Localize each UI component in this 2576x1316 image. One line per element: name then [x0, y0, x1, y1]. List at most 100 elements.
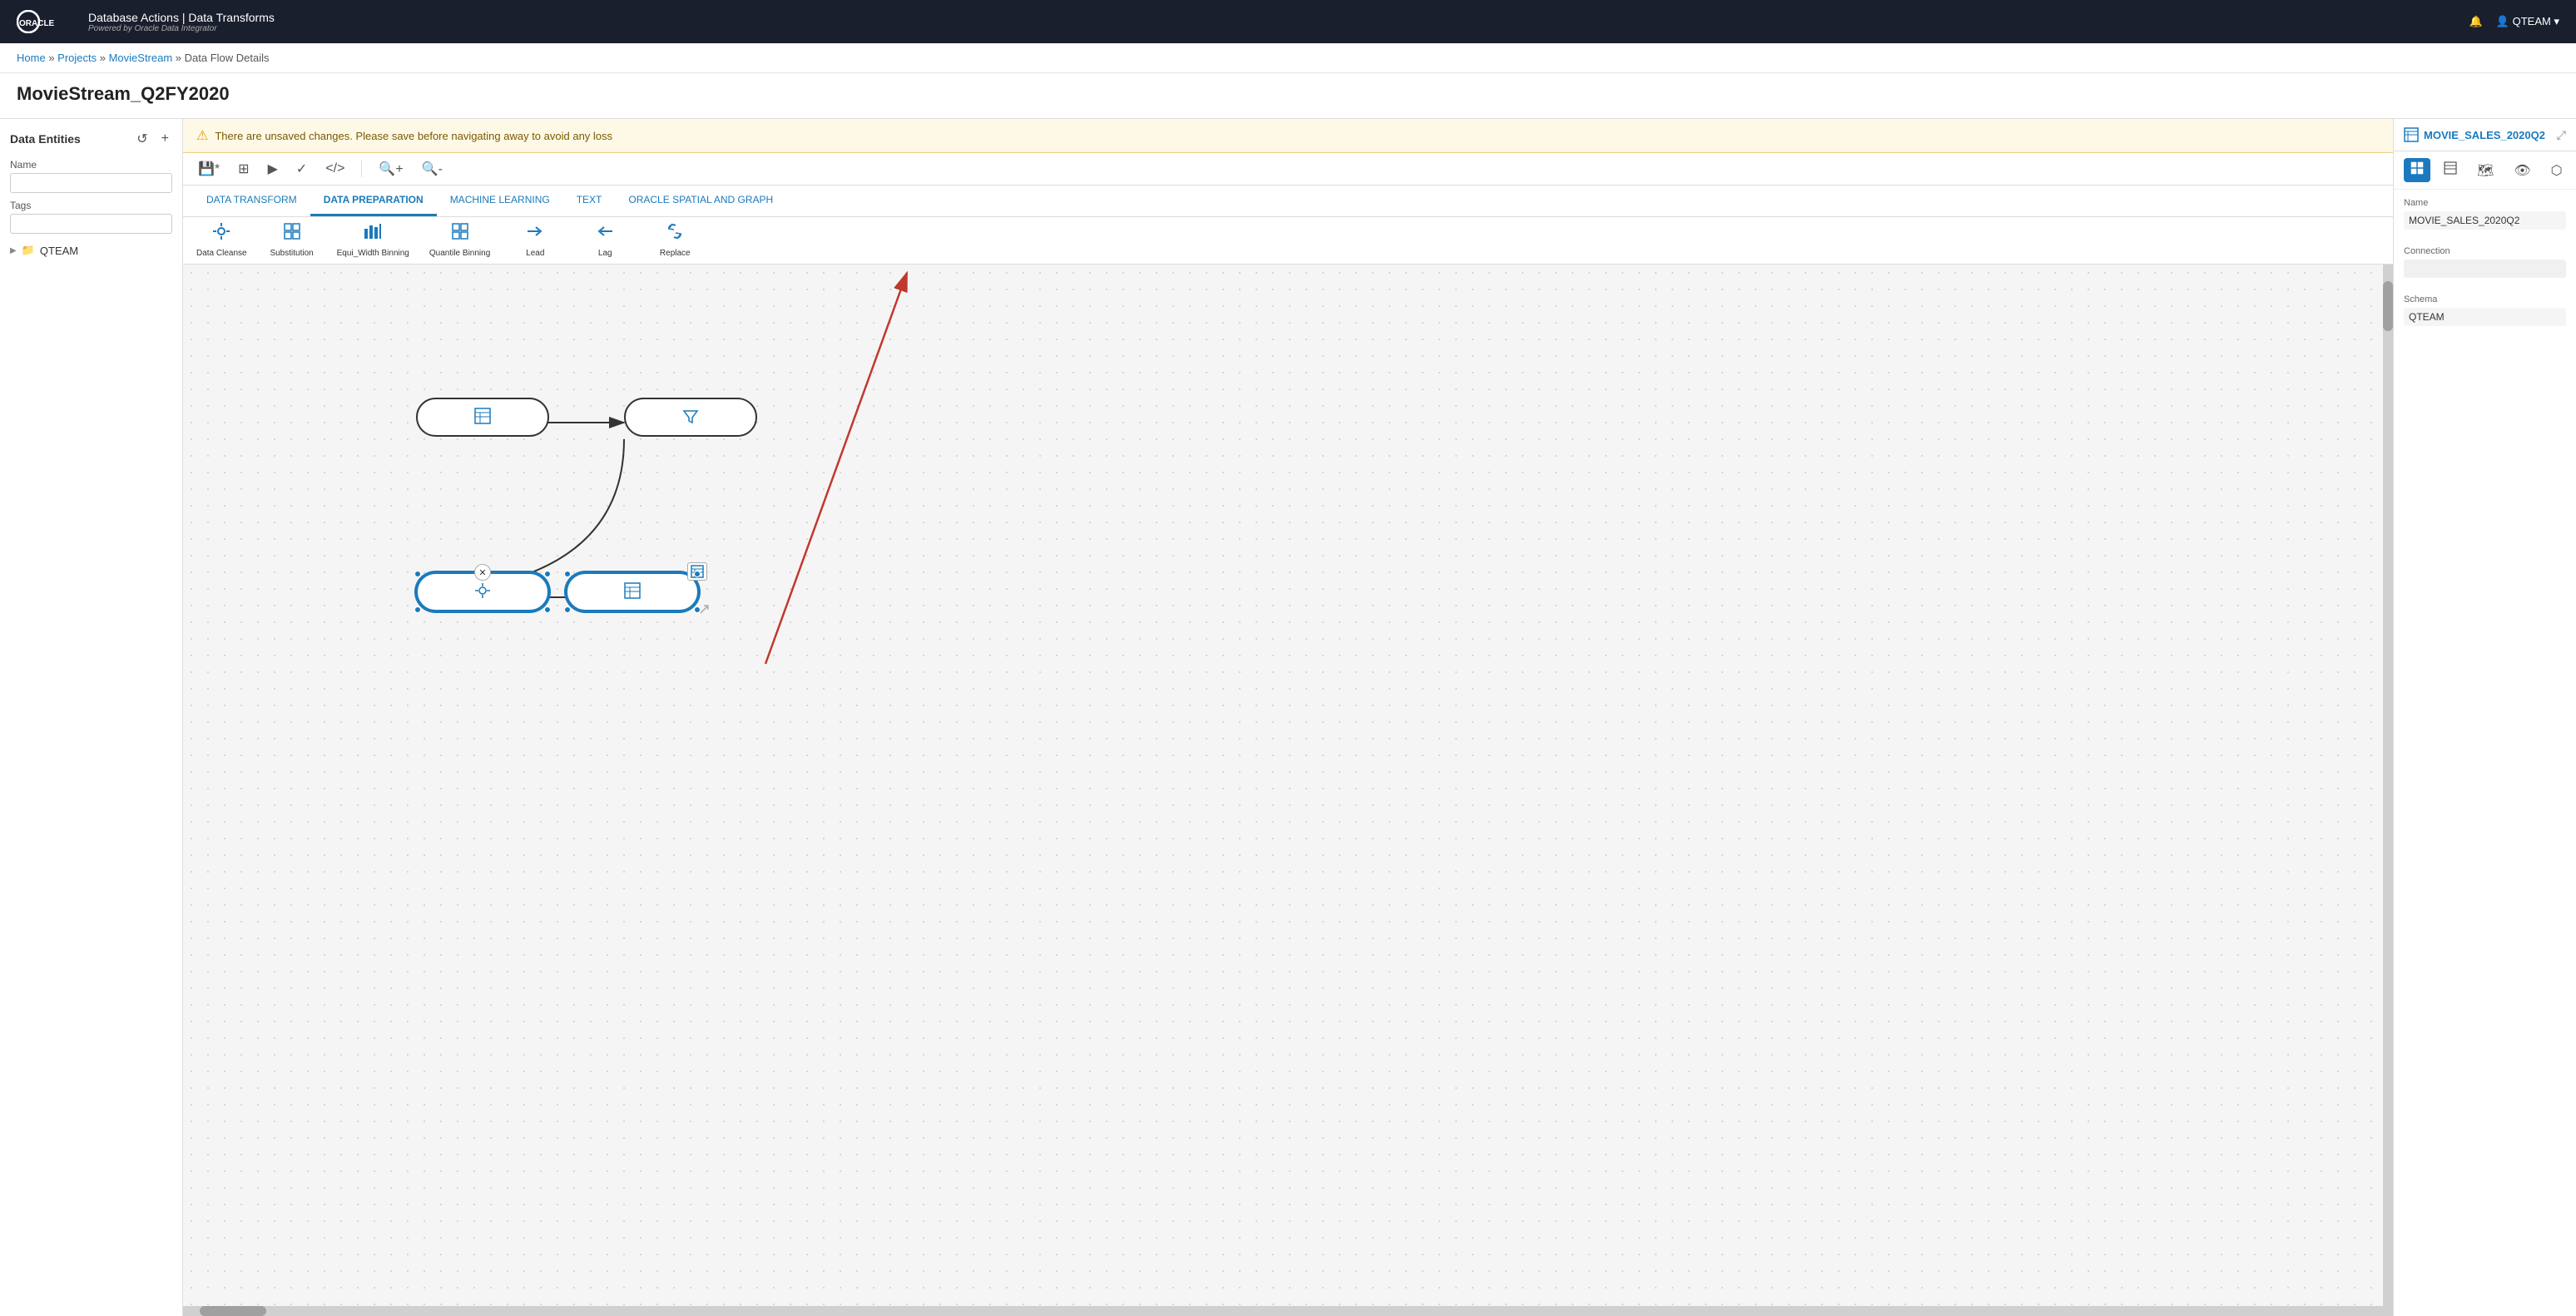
- tab-oracle-spatial[interactable]: ORACLE SPATIAL AND GRAPH: [615, 186, 786, 216]
- toolbar: 💾* ⊞ ▶ ✓ </> 🔍+ 🔍-: [183, 153, 2393, 186]
- canvas-scrollbar-bottom[interactable]: [183, 1306, 2383, 1316]
- name-field: Name: [10, 159, 172, 193]
- breadcrumb-moviestream[interactable]: MovieStream: [109, 52, 173, 64]
- right-panel-connection-label: Connection: [2404, 246, 2566, 256]
- right-panel-schema-label: Schema: [2404, 294, 2566, 304]
- tree-item-qteam[interactable]: ▶ 📁 QTEAM: [10, 240, 172, 260]
- sel-dot2-tl: [564, 571, 571, 577]
- left-panel-actions: ↺ +: [133, 129, 172, 149]
- component-lag[interactable]: Lag: [580, 222, 630, 259]
- warning-message: There are unsaved changes. Please save b…: [215, 130, 612, 142]
- breadcrumb-sep3: »: [176, 52, 185, 64]
- component-replace[interactable]: Replace: [650, 222, 700, 259]
- breadcrumb-projects[interactable]: Projects: [57, 52, 97, 64]
- rp-map-button[interactable]: 🗺: [2470, 158, 2500, 182]
- add-entity-button[interactable]: +: [158, 129, 172, 149]
- tree-arrow-icon: ▶: [10, 246, 17, 255]
- tab-machine-learning[interactable]: MACHINE LEARNING: [437, 186, 563, 216]
- left-panel-title: Data Entities: [10, 132, 81, 146]
- rp-preview-button[interactable]: 👁: [2507, 158, 2537, 182]
- oracle-powered: Powered by Oracle Data Integrator: [88, 24, 275, 33]
- zoom-in-button[interactable]: 🔍+: [374, 158, 408, 180]
- name-label: Name: [10, 159, 172, 171]
- header-right: 🔔 👤 QTEAM ▾: [2469, 15, 2559, 28]
- breadcrumb: Home » Projects » MovieStream » Data Flo…: [0, 43, 2576, 73]
- component-lead[interactable]: Lead: [510, 222, 560, 259]
- sel-dot-br: [544, 606, 551, 613]
- rp-3d-button[interactable]: ⬡: [2544, 158, 2569, 182]
- lead-icon: [526, 222, 544, 245]
- rp-table-button[interactable]: [2437, 158, 2464, 182]
- folder-icon: 📁: [22, 244, 35, 257]
- zoom-out-button[interactable]: 🔍-: [417, 158, 448, 180]
- breadcrumb-sep2: »: [100, 52, 109, 64]
- right-panel-name-value: MOVIE_SALES_2020Q2: [2404, 211, 2566, 230]
- right-panel-schema-section: Schema QTEAM: [2394, 286, 2576, 334]
- code-button[interactable]: </>: [320, 159, 349, 179]
- component-data-cleanse[interactable]: Data Cleanse: [196, 222, 247, 259]
- substitution-label: Substitution: [270, 249, 313, 259]
- warning-bar: ⚠ There are unsaved changes. Please save…: [183, 119, 2393, 153]
- table2-arrow-badge[interactable]: ↗: [698, 601, 711, 618]
- sel-dot-tl: [414, 571, 421, 577]
- right-panel: MOVIE_SALES_2020Q2 ⤢ 🗺 👁 ⬡ Name MOVIE_SA…: [2393, 119, 2576, 1316]
- tree-item-label: QTEAM: [40, 245, 78, 257]
- replace-icon: [666, 222, 684, 245]
- data-cleanse-icon: [212, 222, 230, 245]
- center-panel: ⚠ There are unsaved changes. Please save…: [183, 119, 2393, 1316]
- breadcrumb-sep1: »: [48, 52, 57, 64]
- tags-label: Tags: [10, 200, 172, 211]
- right-panel-connection-section: Connection: [2394, 238, 2576, 286]
- sel-dot-bl: [414, 606, 421, 613]
- flow-node-table1[interactable]: [416, 398, 549, 437]
- breadcrumb-home[interactable]: Home: [17, 52, 46, 64]
- page-title: MovieStream_Q2FY2020: [0, 73, 2576, 118]
- save-button[interactable]: 💾*: [193, 158, 225, 180]
- flow-node-datacleanse[interactable]: ✕: [416, 572, 549, 611]
- refresh-button[interactable]: ↺: [133, 129, 151, 149]
- svg-text:ORACLE: ORACLE: [19, 19, 55, 28]
- layout-button[interactable]: ⊞: [233, 158, 254, 180]
- flow-node-filter[interactable]: [624, 398, 757, 437]
- lead-label: Lead: [526, 249, 544, 259]
- right-panel-connection-value: [2404, 260, 2566, 278]
- equi-width-binning-icon: [364, 222, 382, 245]
- name-input[interactable]: [10, 173, 172, 193]
- expand-panel-button[interactable]: ⤢: [2557, 128, 2566, 142]
- left-panel: Data Entities ↺ + Name Tags ▶ 📁 QTEAM: [0, 119, 183, 1316]
- canvas-area[interactable]: ✕: [183, 265, 2393, 1316]
- component-equi-width-binning[interactable]: Equi_Width Binning: [337, 222, 409, 259]
- header-left: ORACLE Database Actions | Data Transform…: [17, 10, 275, 33]
- right-panel-header: MOVIE_SALES_2020Q2 ⤢: [2394, 119, 2576, 151]
- tab-data-preparation[interactable]: DATA PREPARATION: [310, 186, 437, 216]
- user-icon: 👤: [2496, 15, 2509, 27]
- user-dropdown-icon: ▾: [2554, 15, 2559, 27]
- canvas-scrollbar-right[interactable]: [2383, 265, 2393, 1316]
- sel-dot2-tr: [694, 571, 701, 577]
- user-menu[interactable]: 👤 QTEAM ▾: [2496, 15, 2559, 28]
- toolbar-divider: [361, 161, 362, 177]
- table2-icon: [624, 582, 641, 601]
- bell-icon[interactable]: 🔔: [2469, 15, 2483, 28]
- validate-button[interactable]: ✓: [291, 158, 312, 180]
- right-panel-name-section: Name MOVIE_SALES_2020Q2: [2394, 190, 2576, 238]
- lag-icon: [596, 222, 614, 245]
- datacleanse-badge-x[interactable]: ✕: [474, 564, 491, 581]
- quantile-binning-label: Quantile Binning: [429, 249, 490, 259]
- lag-label: Lag: [598, 249, 612, 259]
- data-cleanse-label: Data Cleanse: [196, 249, 247, 259]
- run-button[interactable]: ▶: [263, 158, 283, 180]
- rp-grid-button[interactable]: [2404, 158, 2430, 182]
- user-label: QTEAM: [2513, 15, 2551, 27]
- filter-icon: [682, 408, 699, 427]
- warning-icon: ⚠: [196, 127, 208, 144]
- tab-text[interactable]: TEXT: [563, 186, 616, 216]
- right-panel-title-text: MOVIE_SALES_2020Q2: [2424, 129, 2545, 141]
- right-panel-name-label: Name: [2404, 198, 2566, 208]
- flow-node-table2[interactable]: ↗: [566, 572, 699, 611]
- component-quantile-binning[interactable]: Quantile Binning: [429, 222, 490, 259]
- component-substitution[interactable]: Substitution: [267, 222, 317, 259]
- tags-input[interactable]: [10, 214, 172, 234]
- tab-data-transform[interactable]: DATA TRANSFORM: [193, 186, 310, 216]
- oracle-logo: ORACLE: [17, 10, 75, 33]
